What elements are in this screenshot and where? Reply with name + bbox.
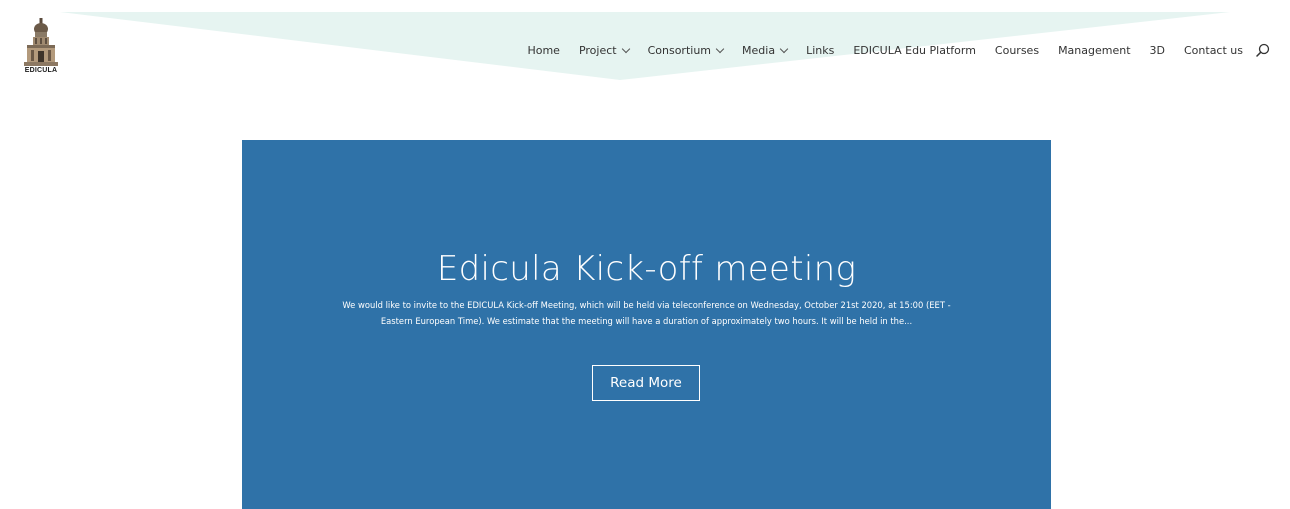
logo-text: EDICULA (24, 67, 58, 74)
nav-item-3d[interactable]: 3D (1150, 44, 1165, 57)
nav-item-label: Project (578, 43, 617, 57)
nav-item-project[interactable]: Project (578, 43, 630, 57)
nav-item-label: Management (1058, 43, 1131, 57)
chevron-down-icon (715, 44, 725, 53)
nav-item-management[interactable]: Management (1058, 44, 1130, 57)
nav-item-label: EDICULA Edu Platform (853, 43, 976, 57)
nav-item-label: Links (806, 43, 835, 57)
nav-item-label: Media (742, 43, 776, 57)
featured-post-hero: Edicula Kick-off meeting We would like t… (242, 140, 1051, 509)
nav-item-edu-platform[interactable]: EDICULA Edu Platform (853, 44, 976, 57)
nav-item-courses[interactable]: Courses (995, 44, 1039, 57)
chevron-down-icon (779, 44, 789, 53)
nav-item-label: Home (527, 43, 560, 57)
nav-item-home[interactable]: Home (527, 44, 559, 57)
nav-item-label: Consortium (647, 43, 712, 57)
edicule-logo-icon (24, 18, 58, 66)
nav-item-label: Courses (994, 43, 1040, 57)
read-more-button[interactable]: Read More (592, 365, 700, 401)
post-title[interactable]: Edicula Kick-off meeting (242, 249, 1051, 289)
page: EDICULA Home Project Consortium Media Li… (0, 0, 1290, 509)
nav-item-label: 3D (1149, 43, 1165, 57)
post-excerpt: We would like to invite to the EDICULA K… (342, 300, 951, 326)
site-logo[interactable]: EDICULA (18, 18, 64, 90)
nav-item-label: Contact us (1184, 43, 1243, 57)
nav-item-contact-us[interactable]: Contact us (1184, 44, 1243, 57)
chevron-down-icon (621, 44, 630, 53)
nav-item-media[interactable]: Media (742, 43, 789, 57)
nav-item-consortium[interactable]: Consortium (647, 43, 725, 57)
main-nav: Home Project Consortium Media Links EDIC… (527, 43, 1270, 57)
search-icon[interactable] (1256, 43, 1270, 57)
nav-item-links[interactable]: Links (806, 44, 834, 57)
